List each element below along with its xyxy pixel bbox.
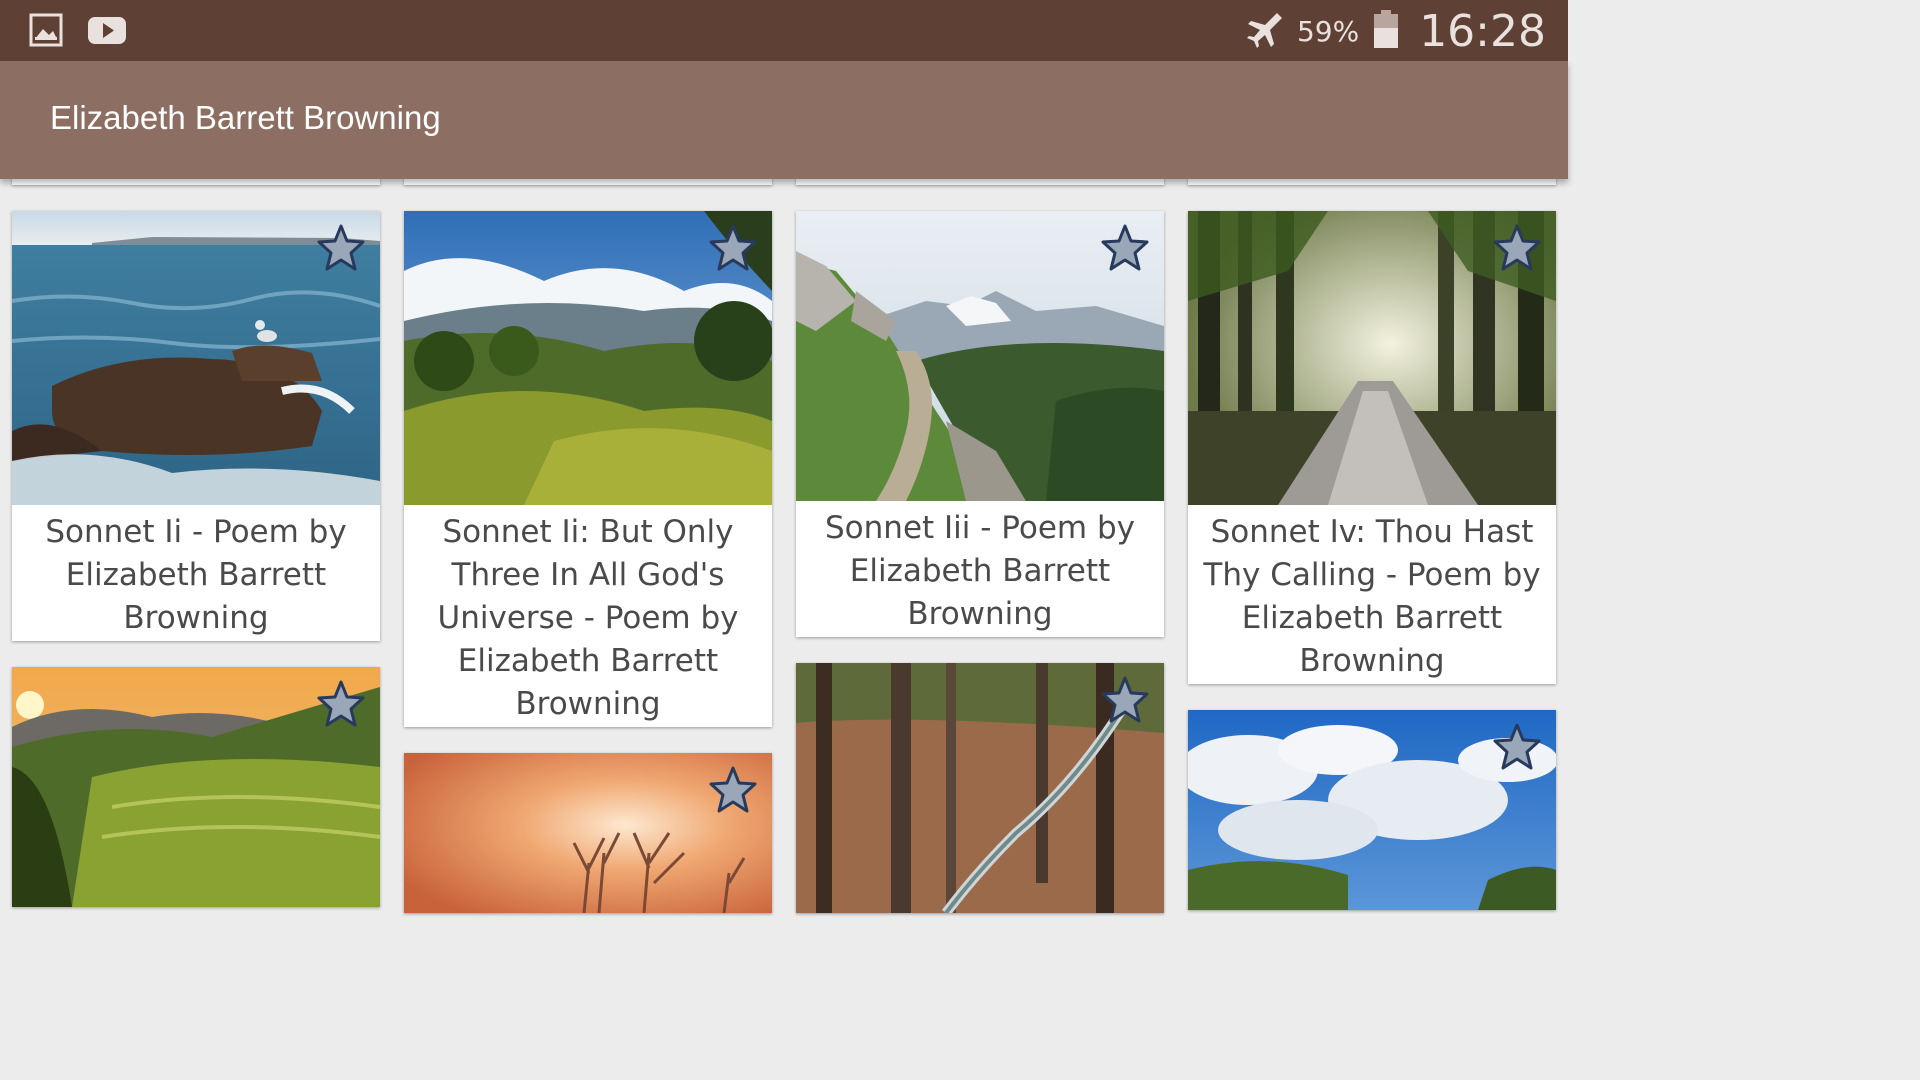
favorite-star-icon[interactable] xyxy=(1100,223,1150,273)
app-title: Elizabeth Barrett Browning xyxy=(50,99,441,136)
youtube-icon xyxy=(86,12,128,52)
poem-card[interactable]: Sonnet Ii: But Only Three In All God's U… xyxy=(404,211,772,727)
airplane-icon xyxy=(1243,9,1283,53)
favorite-star-icon[interactable] xyxy=(316,223,366,273)
app-bar: Elizabeth Barrett Browning xyxy=(0,61,1568,179)
poem-title: Sonnet Iii - Poem by Elizabeth Barrett B… xyxy=(825,510,1135,632)
favorite-star-icon[interactable] xyxy=(1100,675,1150,725)
favorite-star-icon[interactable] xyxy=(708,223,758,273)
poem-card[interactable]: Sonnet Iii - Poem by Elizabeth Barrett B… xyxy=(796,211,1164,637)
poem-title: Sonnet Ii - Poem by Elizabeth Barrett Br… xyxy=(45,514,347,636)
poem-title: Sonnet Iv: Thou Hast Thy Calling - Poem … xyxy=(1203,514,1541,679)
favorite-star-icon[interactable] xyxy=(1492,223,1542,273)
poem-card[interactable] xyxy=(404,753,772,913)
poem-card[interactable] xyxy=(12,667,380,907)
poem-card[interactable] xyxy=(1188,710,1556,910)
poem-card[interactable]: Sonnet Iv: Thou Hast Thy Calling - Poem … xyxy=(1188,211,1556,684)
gallery-icon xyxy=(28,12,64,52)
battery-percent: 59% xyxy=(1296,14,1360,48)
poem-card[interactable]: Sonnet Ii - Poem by Elizabeth Barrett Br… xyxy=(12,211,380,641)
battery-icon xyxy=(1373,9,1399,53)
favorite-star-icon[interactable] xyxy=(316,679,366,729)
poem-title: Sonnet Ii: But Only Three In All God's U… xyxy=(437,514,739,722)
favorite-star-icon[interactable] xyxy=(1492,722,1542,772)
favorite-star-icon[interactable] xyxy=(708,765,758,815)
poem-card[interactable] xyxy=(796,663,1164,913)
clock: 16:28 xyxy=(1419,5,1546,57)
status-bar: 59% 16:28 xyxy=(0,0,1568,61)
